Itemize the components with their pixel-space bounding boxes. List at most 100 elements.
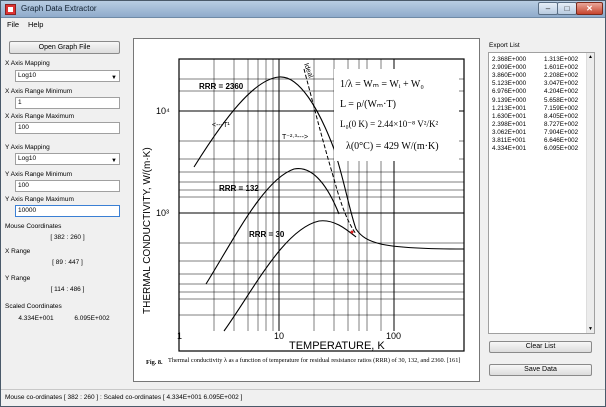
label-rrr-132: RRR = 132 (219, 184, 259, 193)
x-range-label: X Range (5, 248, 31, 255)
y-min-input[interactable]: 100 (15, 180, 120, 192)
export-y-value: 7.904E+002 (544, 128, 579, 136)
export-y-value: 5.658E+002 (544, 96, 579, 104)
equation-3: L₀(0 K) = 2.44×10⁻⁸ V²/K² (340, 119, 438, 129)
clear-list-button[interactable]: Clear List (489, 341, 592, 353)
y-range-label: Y Range (5, 275, 31, 282)
export-x-value: 3.811E+001 (492, 137, 526, 144)
export-x-value: 5.123E+000 (492, 80, 527, 88)
export-y-value: 8.405E+002 (544, 112, 579, 120)
list-item[interactable]: 9.139E+000 5.658E+002 (489, 97, 587, 105)
maximize-button[interactable]: □ (557, 2, 577, 15)
export-y-value: 4.204E+002 (544, 88, 579, 96)
title-bar[interactable]: Graph Data Extractor – □ ✕ (1, 1, 605, 18)
y-min-label: Y Axis Range Minimum (5, 171, 73, 178)
export-x-value: 6.976E+000 (492, 88, 527, 96)
caption-title: Fig. 8. (146, 359, 163, 366)
y-mapping-select[interactable]: Log10 ▼ (15, 153, 120, 165)
chevron-down-icon[interactable]: ▼ (588, 326, 593, 332)
label-ideal: Ideal (302, 62, 314, 79)
scaled-x-value: 4.334E+001 (18, 315, 54, 322)
graph-figure: 1/λ = Wₘ = Wᵢ + W₀ L = ρ/(Wₘ·T) L₀(0 K) … (142, 58, 465, 366)
caption-wrapper: Thermal conductivity λ as a function of … (168, 357, 461, 364)
scaled-y-value: 6.095E+002 (74, 315, 110, 322)
curve-rrr-30 (223, 220, 357, 332)
y-max-label: Y Axis Range Maximum (5, 196, 74, 203)
export-x-value: 3.062E+001 (492, 128, 527, 136)
mouse-coordinates-value: [ 382 : 260 ] (50, 234, 85, 241)
export-x-value: 1.630E+001 (492, 112, 527, 120)
caption-text: Thermal conductivity λ as a function of … (168, 357, 461, 364)
export-x-value: 3.860E+000 (492, 72, 527, 80)
export-y-value: 7.159E+002 (544, 104, 579, 112)
export-list[interactable]: 2.368E+000 1.313E+002 2.909E+000 1.601E+002… (488, 52, 595, 334)
close-button[interactable]: ✕ (576, 2, 603, 15)
list-item[interactable]: 3.062E+001 7.904E+002 (489, 129, 587, 137)
x-mapping-select[interactable]: Log10 ▼ (15, 70, 120, 82)
window-title: Graph Data Extractor (21, 4, 97, 13)
x-min-input[interactable]: 1 (15, 97, 120, 109)
equation-1: 1/λ = Wₘ = Wᵢ + W₀ (340, 79, 424, 90)
y-mapping-label: Y Axis Mapping (5, 144, 50, 151)
label-rrr-30: RRR = 30 (249, 230, 285, 239)
x-mapping-value: Log10 (18, 72, 37, 79)
chevron-down-icon: ▼ (111, 75, 117, 81)
list-item[interactable]: 6.976E+000 4.204E+002 (489, 88, 587, 96)
export-x-value: 9.139E+000 (492, 96, 527, 104)
list-item[interactable]: 2.909E+000 1.601E+002 (489, 64, 587, 72)
export-list-label: Export List (489, 42, 520, 49)
mouse-coordinates-label: Mouse Coordinates (5, 223, 62, 230)
list-item[interactable]: 1.213E+001 7.159E+002 (489, 105, 587, 113)
y-max-input[interactable]: 10000 (15, 205, 120, 217)
menu-file[interactable]: File (7, 20, 19, 29)
export-y-value: 6.646E+002 (544, 137, 579, 144)
cursor-marker (350, 230, 354, 234)
menu-bar: File Help (1, 18, 605, 33)
x-tick-label: 1 (177, 331, 182, 341)
export-x-value: 2.909E+000 (492, 64, 527, 72)
list-item[interactable]: 3.860E+000 2.208E+002 (489, 72, 587, 80)
x-max-input[interactable]: 100 (15, 122, 120, 134)
y-tick-label: 10⁴ (156, 106, 170, 116)
label-t-inverse: <---T¹ (212, 122, 230, 129)
list-item[interactable]: 2.368E+000 1.313E+002 (489, 56, 587, 64)
export-scrollbar[interactable]: ▲ ▼ (586, 53, 594, 333)
chevron-down-icon: ▼ (111, 158, 117, 164)
y-tick-label: 10³ (156, 208, 169, 218)
equation-2: L = ρ/(Wₘ·T) (340, 99, 396, 110)
status-bar: Mouse co-ordinates [ 382 : 260 ] : Scale… (1, 389, 605, 406)
x-min-label: X Axis Range Minimum (5, 88, 73, 95)
label-t-power: T⁻²·³---> (282, 134, 308, 141)
y-range-value: [ 114 : 486 ] (50, 286, 85, 293)
graph-image[interactable]: 1/λ = Wₘ = Wᵢ + W₀ L = ρ/(Wₘ·T) L₀(0 K) … (133, 38, 480, 382)
list-item[interactable]: 5.123E+000 3.047E+002 (489, 80, 587, 88)
x-tick-label: 100 (386, 331, 401, 341)
x-mapping-label: X Axis Mapping (5, 60, 50, 67)
export-y-value: 2.208E+002 (544, 72, 579, 80)
y-axis-title: THERMAL CONDUCTIVITY, W/(m·K) (142, 147, 153, 314)
open-graph-file-button[interactable]: Open Graph File (9, 41, 120, 54)
export-x-value: 2.368E+000 (492, 56, 527, 63)
app-window: Graph Data Extractor – □ ✕ File Help Ope… (0, 0, 606, 407)
menu-help[interactable]: Help (28, 20, 43, 29)
export-y-value: 8.727E+002 (544, 120, 579, 128)
minimize-button[interactable]: – (538, 2, 558, 15)
export-y-value: 1.601E+002 (544, 64, 579, 72)
list-item[interactable]: 2.398E+001 8.727E+002 (489, 121, 587, 129)
list-item[interactable]: 3.811E+001 6.646E+002 (489, 137, 587, 145)
export-x-value: 1.213E+001 (492, 104, 527, 112)
export-x-value: 4.334E+001 (492, 145, 527, 153)
export-y-value: 3.047E+002 (544, 80, 579, 88)
export-x-value: 2.398E+001 (492, 120, 527, 128)
app-icon (5, 4, 16, 15)
x-range-value: [ 89 : 447 ] (52, 259, 83, 266)
list-item[interactable]: 1.630E+001 8.405E+002 (489, 113, 587, 121)
equation-4: λ(0°C) = 429 W/(m·K) (346, 141, 439, 152)
save-data-button[interactable]: Save Data (489, 364, 592, 376)
y-mapping-value: Log10 (18, 155, 37, 162)
x-max-label: X Axis Range Maximum (5, 113, 74, 120)
label-rrr-2360: RRR = 2360 (199, 82, 244, 91)
list-item[interactable]: 4.334E+001 6.095E+002 (489, 145, 587, 153)
x-axis-title: TEMPERATURE, K (289, 340, 385, 352)
chevron-up-icon[interactable]: ▲ (588, 54, 593, 60)
